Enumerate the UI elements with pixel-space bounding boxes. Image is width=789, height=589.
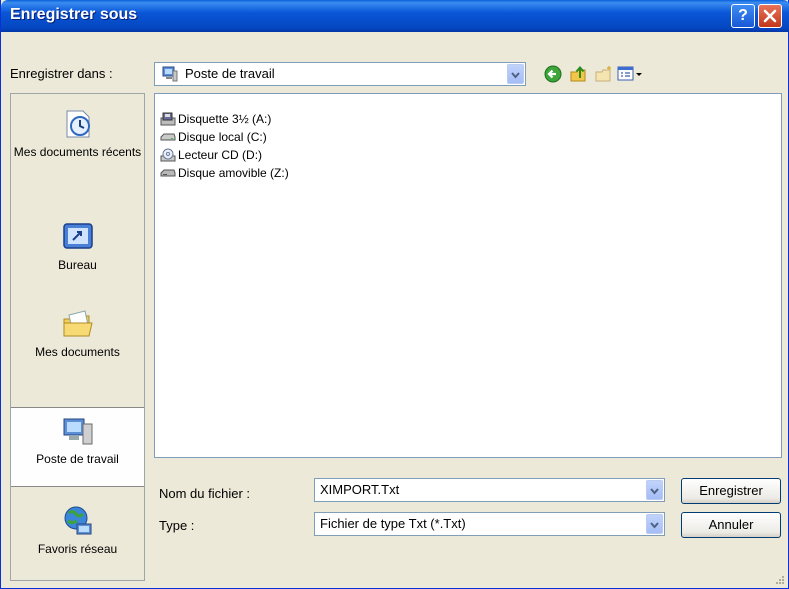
place-my-computer[interactable]: Poste de travail <box>11 407 144 487</box>
my-computer-icon <box>63 418 92 445</box>
hard-drive-icon <box>160 133 176 141</box>
filename-value: XIMPORT.Txt <box>320 482 400 497</box>
up-folder-icon[interactable] <box>569 64 589 84</box>
save-button[interactable]: Enregistrer <box>681 478 781 504</box>
place-recent-documents[interactable]: Mes documents récents <box>11 101 144 159</box>
save-in-value: Poste de travail <box>185 66 275 81</box>
filename-input[interactable]: XIMPORT.Txt <box>314 478 665 502</box>
save-in-label: Enregistrer dans : <box>10 66 113 81</box>
view-menu-icon[interactable] <box>616 64 644 84</box>
desktop-icon <box>62 223 93 249</box>
close-icon <box>763 9 777 23</box>
title-bar[interactable]: Enregistrer sous ? <box>1 0 789 32</box>
close-button[interactable] <box>758 4 782 28</box>
file-type-value: Fichier de type Txt (*.Txt) <box>320 516 466 531</box>
chevron-down-icon[interactable] <box>646 514 663 534</box>
window-title: Enregistrer sous <box>10 6 138 23</box>
list-item[interactable]: Disque amovible (Z:) <box>160 165 289 183</box>
recent-documents-icon <box>66 110 90 138</box>
list-item[interactable]: Disque local (C:) <box>160 129 267 147</box>
place-network[interactable]: Favoris réseau <box>11 498 144 556</box>
chevron-down-icon[interactable] <box>507 64 524 84</box>
place-label: Poste de travail <box>36 452 119 466</box>
back-icon[interactable] <box>543 64 563 84</box>
my-documents-icon <box>63 310 93 337</box>
file-name: Lecteur CD (D:) <box>178 147 263 162</box>
place-desktop[interactable]: Bureau <box>11 214 144 272</box>
places-bar: Mes documents récents Bureau Mes documen… <box>10 93 145 581</box>
new-folder-icon[interactable] <box>594 64 614 84</box>
network-places-icon <box>64 506 91 535</box>
place-label: Mes documents <box>35 345 120 359</box>
save-in-dropdown[interactable]: Poste de travail <box>154 62 526 86</box>
file-list[interactable]: Disquette 3½ (A:) Disque local (C:) Lect… <box>154 93 782 458</box>
save-as-dialog: Enregistrer sous ? Enregistrer dans : Po… <box>0 0 789 589</box>
cd-drive-icon <box>160 148 176 162</box>
place-label: Mes documents récents <box>13 145 142 159</box>
file-name: Disque amovible (Z:) <box>178 165 289 180</box>
my-computer-icon <box>162 66 178 82</box>
file-type-dropdown[interactable]: Fichier de type Txt (*.Txt) <box>314 512 665 536</box>
list-item[interactable]: Lecteur CD (D:) <box>160 147 262 165</box>
floppy-drive-icon <box>160 112 176 126</box>
removable-drive-icon <box>160 169 176 177</box>
file-name: Disquette 3½ (A:) <box>178 111 272 126</box>
type-label: Type : <box>159 518 195 533</box>
chevron-down-icon[interactable] <box>646 480 663 500</box>
place-label: Bureau <box>58 258 97 272</box>
cancel-button[interactable]: Annuler <box>681 512 781 538</box>
place-my-documents[interactable]: Mes documents <box>11 301 144 359</box>
filename-label: Nom du fichier : <box>159 486 251 501</box>
place-label: Favoris réseau <box>37 542 118 556</box>
help-button[interactable]: ? <box>731 4 755 28</box>
list-item[interactable]: Disquette 3½ (A:) <box>160 111 271 129</box>
file-name: Disque local (C:) <box>178 129 267 144</box>
resize-grip-icon[interactable] <box>773 573 785 585</box>
